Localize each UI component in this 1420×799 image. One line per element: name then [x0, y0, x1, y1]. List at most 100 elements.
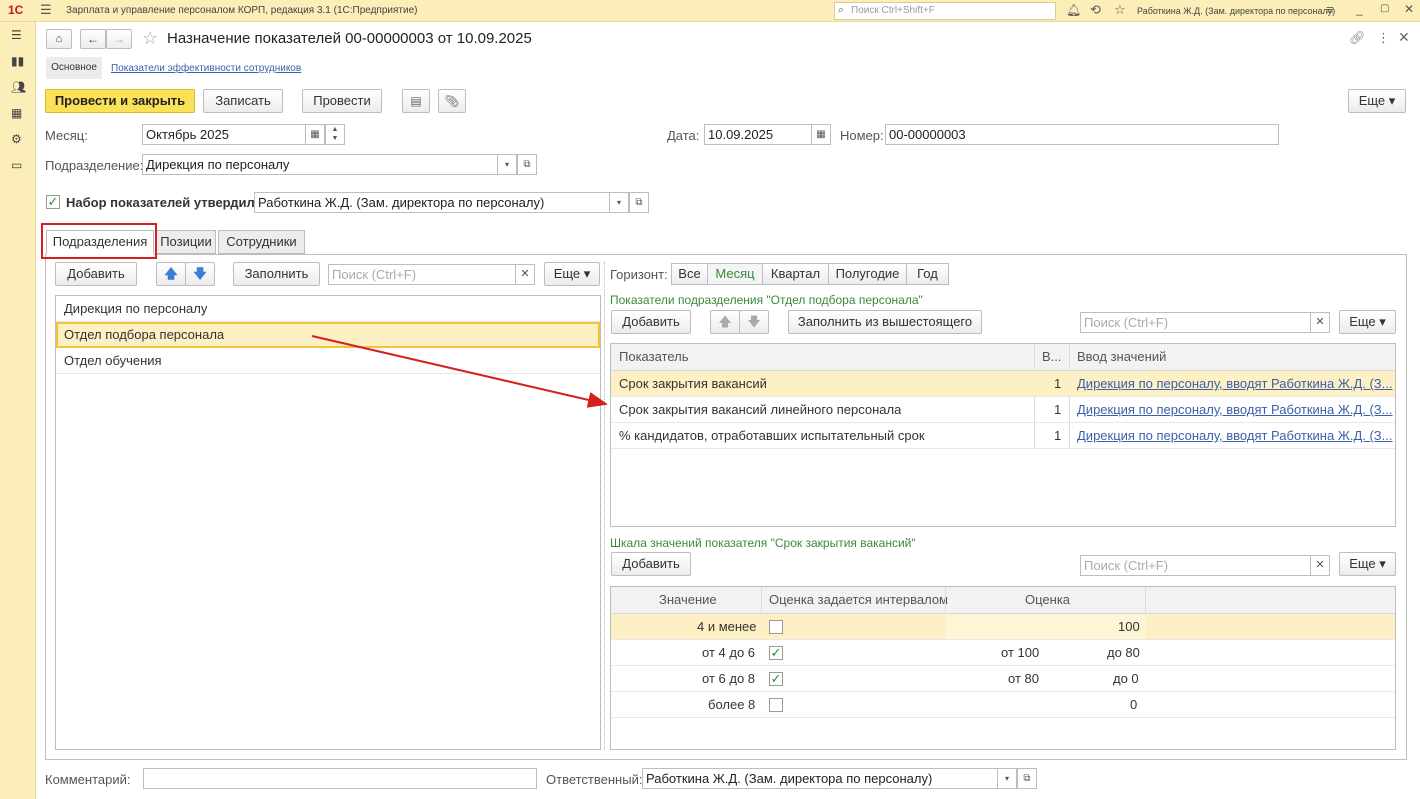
minimize-icon[interactable]: _ — [1356, 2, 1363, 16]
scale-search-input[interactable]: Поиск (Ctrl+F) — [1080, 555, 1311, 576]
close-icon[interactable]: ✕ — [1398, 29, 1410, 46]
settings-menu-icon[interactable]: ≡ — [1326, 2, 1334, 17]
department-open-button[interactable]: ⧉ — [517, 154, 537, 175]
post-button[interactable]: Провести — [302, 89, 382, 113]
current-user[interactable]: Работкина Ж.Д. (Зам. директора по персон… — [1137, 6, 1335, 16]
move-up-button[interactable]: 🡅 — [156, 262, 186, 286]
maximize-icon[interactable]: ▢ — [1380, 3, 1389, 14]
approved-checkbox[interactable]: ✓ — [46, 195, 60, 209]
favorite-star-icon[interactable]: ☆ — [142, 28, 158, 49]
more-vertical-icon[interactable]: ⋮ — [1377, 30, 1390, 46]
indicator-input-link[interactable]: Дирекция по персоналу, вводят Работкина … — [1077, 397, 1393, 423]
people-icon[interactable]: 👥︎ — [11, 80, 26, 94]
horizon-half-year[interactable]: Полугодие — [828, 263, 907, 285]
more-button[interactable]: Еще ▾ — [1348, 89, 1406, 113]
calculator-icon[interactable]: ▦ — [11, 106, 22, 120]
left-add-button[interactable]: Добавить — [55, 262, 137, 286]
responsible-open-button[interactable]: ⧉ — [1017, 768, 1037, 789]
table-row[interactable]: от 6 до 8 ✓ от 80 до 0 — [611, 666, 1395, 692]
bell-icon[interactable]: 🔔︎ — [1066, 3, 1081, 17]
left-more-button[interactable]: Еще ▾ — [544, 262, 600, 286]
move-down-button[interactable]: 🡇 — [185, 262, 215, 286]
list-item[interactable]: Отдел обучения — [56, 348, 600, 374]
table-row[interactable]: 4 и менее 100 — [611, 614, 1395, 640]
gear-icon[interactable]: ⚙ — [11, 132, 22, 146]
report-icon[interactable]: ▤ — [402, 89, 430, 113]
responsible-dropdown-button[interactable]: ▾ — [997, 768, 1017, 789]
horizon-month[interactable]: Месяц — [707, 263, 763, 285]
indicator-input-link[interactable]: Дирекция по персоналу, вводят Работкина … — [1077, 423, 1393, 449]
approved-by-input[interactable]: Работкина Ж.Д. (Зам. директора по персон… — [254, 192, 610, 213]
interval-checkbox[interactable]: ✓ — [769, 672, 783, 686]
left-search-input[interactable]: Поиск (Ctrl+F) — [328, 264, 516, 285]
col-weight[interactable]: В... — [1042, 344, 1062, 371]
col-input[interactable]: Ввод значений — [1077, 344, 1166, 371]
horizon-all[interactable]: Все — [671, 263, 708, 285]
forward-button[interactable]: → — [106, 29, 132, 49]
back-button[interactable]: ← — [80, 29, 106, 49]
interval-checkbox[interactable]: ✓ — [769, 646, 783, 660]
col-interval[interactable]: Оценка задается интервалом — [769, 587, 948, 614]
table-row[interactable]: Срок закрытия вакансий линейного персона… — [611, 397, 1395, 423]
app-logo[interactable]: 1С — [8, 3, 23, 17]
attachment-icon[interactable]: 📎︎ — [438, 89, 466, 113]
indicators-add-button[interactable]: Добавить — [611, 310, 691, 334]
month-spin-button[interactable]: ▲ ▼ — [325, 124, 345, 145]
approved-open-button[interactable]: ⧉ — [629, 192, 649, 213]
indicators-more-button[interactable]: Еще ▾ — [1339, 310, 1396, 334]
interval-checkbox[interactable] — [769, 620, 783, 634]
indicator-input-link[interactable]: Дирекция по персоналу, вводят Работкина … — [1077, 371, 1393, 397]
list-item[interactable]: Отдел подбора персонала — [56, 322, 600, 348]
horizon-year[interactable]: Год — [906, 263, 949, 285]
number-input[interactable]: 00-00000003 — [885, 124, 1279, 145]
comment-input[interactable] — [143, 768, 537, 789]
tab-positions[interactable]: Позиции — [156, 230, 216, 254]
table-row[interactable]: % кандидатов, отработавших испытательный… — [611, 423, 1395, 449]
scale-more-button[interactable]: Еще ▾ — [1339, 552, 1396, 576]
global-search-input[interactable]: ⌕ Поиск Ctrl+Shift+F — [834, 2, 1056, 20]
indicators-search-input[interactable]: Поиск (Ctrl+F) — [1080, 312, 1311, 333]
list-item[interactable]: Дирекция по персоналу — [56, 296, 600, 322]
indicators-search-clear-icon[interactable]: ✕ — [1310, 312, 1330, 333]
save-button[interactable]: Записать — [203, 89, 283, 113]
date-calendar-icon[interactable]: ▦ — [811, 124, 831, 145]
nav-link-kpi[interactable]: Показатели эффективности сотрудников — [111, 63, 301, 74]
approved-dropdown-button[interactable]: ▾ — [609, 192, 629, 213]
table-row[interactable]: от 4 до 6 ✓ от 100 до 80 — [611, 640, 1395, 666]
panel-splitter[interactable] — [604, 262, 605, 750]
month-input[interactable]: Октябрь 2025 — [142, 124, 306, 145]
date-input[interactable]: 10.09.2025 — [704, 124, 812, 145]
indicators-up-button[interactable]: 🡅 — [710, 310, 740, 334]
approved-label: Набор показателей утвердил — [66, 195, 255, 210]
nav-main[interactable]: Основное — [46, 57, 102, 79]
table-row[interactable]: Срок закрытия вакансий 1 Дирекция по пер… — [611, 371, 1395, 397]
calendar-icon[interactable]: ▦ — [305, 124, 325, 145]
col-score[interactable]: Оценка — [1025, 587, 1070, 614]
close-window-icon[interactable]: ✕ — [1404, 2, 1414, 16]
responsible-input[interactable]: Работкина Ж.Д. (Зам. директора по персон… — [642, 768, 998, 789]
department-input[interactable]: Дирекция по персоналу — [142, 154, 498, 175]
fill-from-parent-button[interactable]: Заполнить из вышестоящего — [788, 310, 982, 334]
post-and-close-button[interactable]: Провести и закрыть — [45, 89, 195, 113]
interval-checkbox[interactable] — [769, 698, 783, 712]
card-icon[interactable]: ▭ — [11, 158, 22, 172]
star-icon[interactable]: ☆ — [1114, 2, 1126, 18]
history-icon[interactable]: ⟲ — [1090, 2, 1101, 18]
tab-employees[interactable]: Сотрудники — [218, 230, 305, 254]
scale-add-button[interactable]: Добавить — [611, 552, 691, 576]
indicators-down-button[interactable]: 🡇 — [739, 310, 769, 334]
left-fill-button[interactable]: Заполнить — [233, 262, 320, 286]
pages-icon[interactable]: ▮▮ — [11, 54, 24, 68]
left-search-clear-icon[interactable]: ✕ — [515, 264, 535, 285]
menu-icon[interactable]: ☰ — [11, 28, 22, 42]
list-item-label: Дирекция по персоналу — [64, 301, 208, 316]
home-button[interactable]: ⌂ — [46, 29, 72, 49]
scale-search-clear-icon[interactable]: ✕ — [1310, 555, 1330, 576]
department-dropdown-button[interactable]: ▾ — [497, 154, 517, 175]
horizon-quarter[interactable]: Квартал — [762, 263, 829, 285]
link-icon[interactable]: 🔗︎ — [1349, 30, 1366, 46]
table-row[interactable]: более 8 0 — [611, 692, 1395, 718]
col-value[interactable]: Значение — [659, 587, 717, 614]
col-indicator[interactable]: Показатель — [619, 344, 689, 371]
main-menu-icon[interactable]: ☰ — [40, 2, 52, 18]
